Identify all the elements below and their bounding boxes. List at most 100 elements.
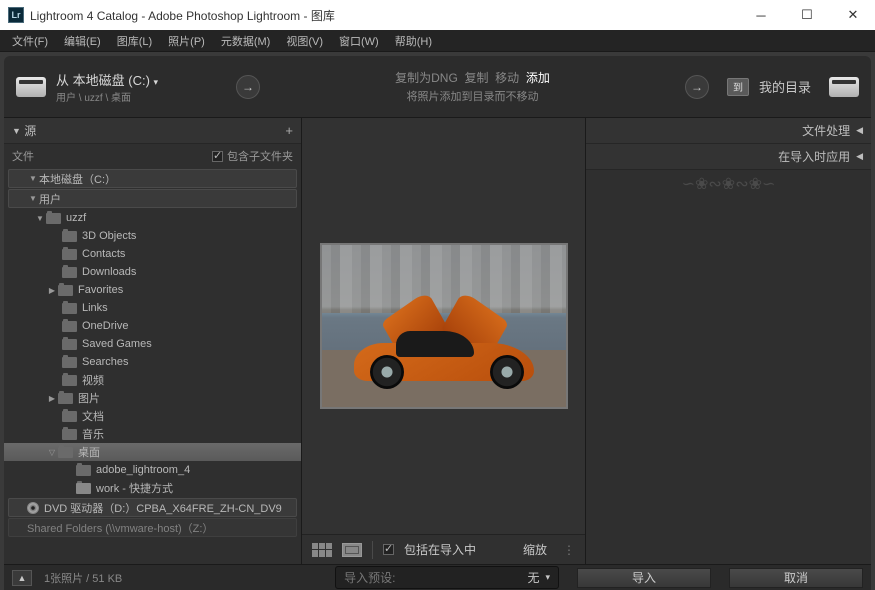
disk-icon [16,77,46,97]
import-top-row: 从 本地磁盘 (C:) ▾ 用户 \ uzzf \ 桌面 → 复制为DNG 复制… [4,56,871,118]
folder-icon [62,321,77,332]
menu-help[interactable]: 帮助(H) [387,31,440,51]
from-label: 从 [56,73,69,88]
tree-item[interactable]: Downloads [4,263,301,281]
window-title: Lightroom 4 Catalog - Adobe Photoshop Li… [30,7,747,24]
source-panel-header[interactable]: ▼ 源 + [4,118,301,144]
tree-item[interactable]: 音乐 [4,425,301,443]
zoom-label: 缩放 [523,541,547,558]
tree-item[interactable]: adobe_lightroom_4 [4,461,301,479]
status-text: 1张照片 / 51 KB [44,570,122,586]
arrow-right-icon[interactable]: → [236,75,260,99]
apply-on-import-header[interactable]: 在导入时应用 ◀ [586,144,871,170]
disk-icon-dest [829,77,859,97]
op-copy[interactable]: 复制 [464,71,488,85]
tree-item[interactable]: ▶Favorites [4,281,301,299]
preset-value: 无 [527,569,539,586]
close-button[interactable]: ✕ [839,5,867,25]
folder-icon [62,267,77,278]
op-add[interactable]: 添加 [526,71,550,85]
tree-shared[interactable]: Shared Folders (\\vmware-host)（Z:） [8,518,297,537]
files-label: 文件 [12,148,34,164]
menu-metadata[interactable]: 元数据(M) [213,31,279,51]
files-subheader: 文件 包含子文件夹 [4,144,301,168]
tree-item[interactable]: Searches [4,353,301,371]
import-button[interactable]: 导入 [577,568,711,588]
triangle-left-icon: ◀ [856,151,863,162]
import-preset-dropdown[interactable]: 导入预设: 无 ▾ [335,566,559,589]
folder-icon [76,483,91,494]
destination-label[interactable]: 我的目录 [759,77,811,96]
source-path: 用户 \ uzzf \ 桌面 [56,89,236,104]
source-from[interactable]: 从 本地磁盘 (C:) ▾ 用户 \ uzzf \ 桌面 [56,70,236,104]
menu-photo[interactable]: 照片(P) [160,31,213,51]
tree-item[interactable]: Links [4,299,301,317]
destination-icon: 到 [727,78,749,96]
source-title: 源 [24,122,36,139]
folder-icon [62,249,77,260]
arrow-right-icon-2[interactable]: → [685,75,709,99]
add-source-button[interactable]: + [285,123,293,138]
tree-item[interactable]: 视频 [4,371,301,389]
folder-icon [62,375,77,386]
left-panel: ▼ 源 + 文件 包含子文件夹 ▼本地磁盘（C:） ▼用户 ▼uzzf 3D O… [4,118,302,564]
folder-icon [46,213,61,224]
include-subfolders-checkbox[interactable]: 包含子文件夹 [212,148,293,164]
tree-item[interactable]: ▶图片 [4,389,301,407]
folder-icon [62,231,77,242]
include-in-import-label: 包括在导入中 [404,541,476,558]
menu-bar: 文件(F) 编辑(E) 图库(L) 照片(P) 元数据(M) 视图(V) 窗口(… [0,30,875,52]
tree-users[interactable]: ▼用户 [8,189,297,208]
middle-panel: 包括在导入中 缩放 ⋮ [302,118,585,564]
file-handling-label: 文件处理 [802,122,850,139]
thumbnail-toolbar: 包括在导入中 缩放 ⋮ [302,534,585,564]
tree-item[interactable]: work - 快捷方式 [4,479,301,497]
menu-library[interactable]: 图库(L) [109,31,160,51]
include-checkbox[interactable] [383,544,394,555]
menu-edit[interactable]: 编辑(E) [56,31,109,51]
tree-drive-c[interactable]: ▼本地磁盘（C:） [8,169,297,188]
import-ops: 复制为DNG 复制 移动 添加 [260,69,685,86]
triangle-left-icon: ◀ [856,125,863,136]
op-move[interactable]: 移动 [495,71,519,85]
include-sub-label: 包含子文件夹 [227,148,293,164]
folder-icon [62,357,77,368]
checkbox-icon [212,151,223,162]
import-sub: 将照片添加到目录而不移动 [260,88,685,104]
window-titlebar: Lr Lightroom 4 Catalog - Adobe Photoshop… [0,0,875,30]
folder-icon [58,285,73,296]
menu-view[interactable]: 视图(V) [278,31,331,51]
folder-icon [62,339,77,350]
tree-dvd[interactable]: DVD 驱动器（D:）CPBA_X64FRE_ZH-CN_DV9 [8,498,297,517]
folder-tree: ▼本地磁盘（C:） ▼用户 ▼uzzf 3D Objects Contacts … [4,168,301,564]
menu-file[interactable]: 文件(F) [4,31,56,51]
folder-icon [58,447,73,458]
source-disk: 本地磁盘 (C:) [73,73,150,88]
maximize-button[interactable]: ☐ [793,5,821,25]
dvd-icon [27,502,39,514]
file-handling-header[interactable]: 文件处理 ◀ [586,118,871,144]
tree-item[interactable]: Saved Games [4,335,301,353]
tree-desktop[interactable]: ▽桌面 [4,443,301,461]
triangle-down-icon: ▼ [12,126,21,136]
tree-item[interactable]: OneDrive [4,317,301,335]
folder-icon [76,465,91,476]
ornament-icon: ∽❀∾❀∾❀∽ [586,170,871,198]
tree-item[interactable]: 3D Objects [4,227,301,245]
collapse-up-button[interactable]: ▲ [12,570,32,586]
photo-thumbnail[interactable] [320,243,568,409]
cancel-button[interactable]: 取消 [729,568,863,588]
chevron-down-icon: ▾ [545,572,550,583]
single-view-icon[interactable] [342,543,362,557]
tree-uzzf[interactable]: ▼uzzf [4,209,301,227]
grid-view-icon[interactable] [312,543,332,557]
tree-item[interactable]: Contacts [4,245,301,263]
folder-icon [62,411,77,422]
minimize-button[interactable]: ─ [747,5,775,25]
footer-bar: ▲ 1张照片 / 51 KB 导入预设: 无 ▾ 导入 取消 [4,564,871,590]
menu-window[interactable]: 窗口(W) [331,31,387,51]
right-panel: 文件处理 ◀ 在导入时应用 ◀ ∽❀∾❀∾❀∽ [585,118,871,564]
op-copy-dng[interactable]: 复制为DNG [395,71,458,85]
tree-item[interactable]: 文档 [4,407,301,425]
folder-icon [62,429,77,440]
